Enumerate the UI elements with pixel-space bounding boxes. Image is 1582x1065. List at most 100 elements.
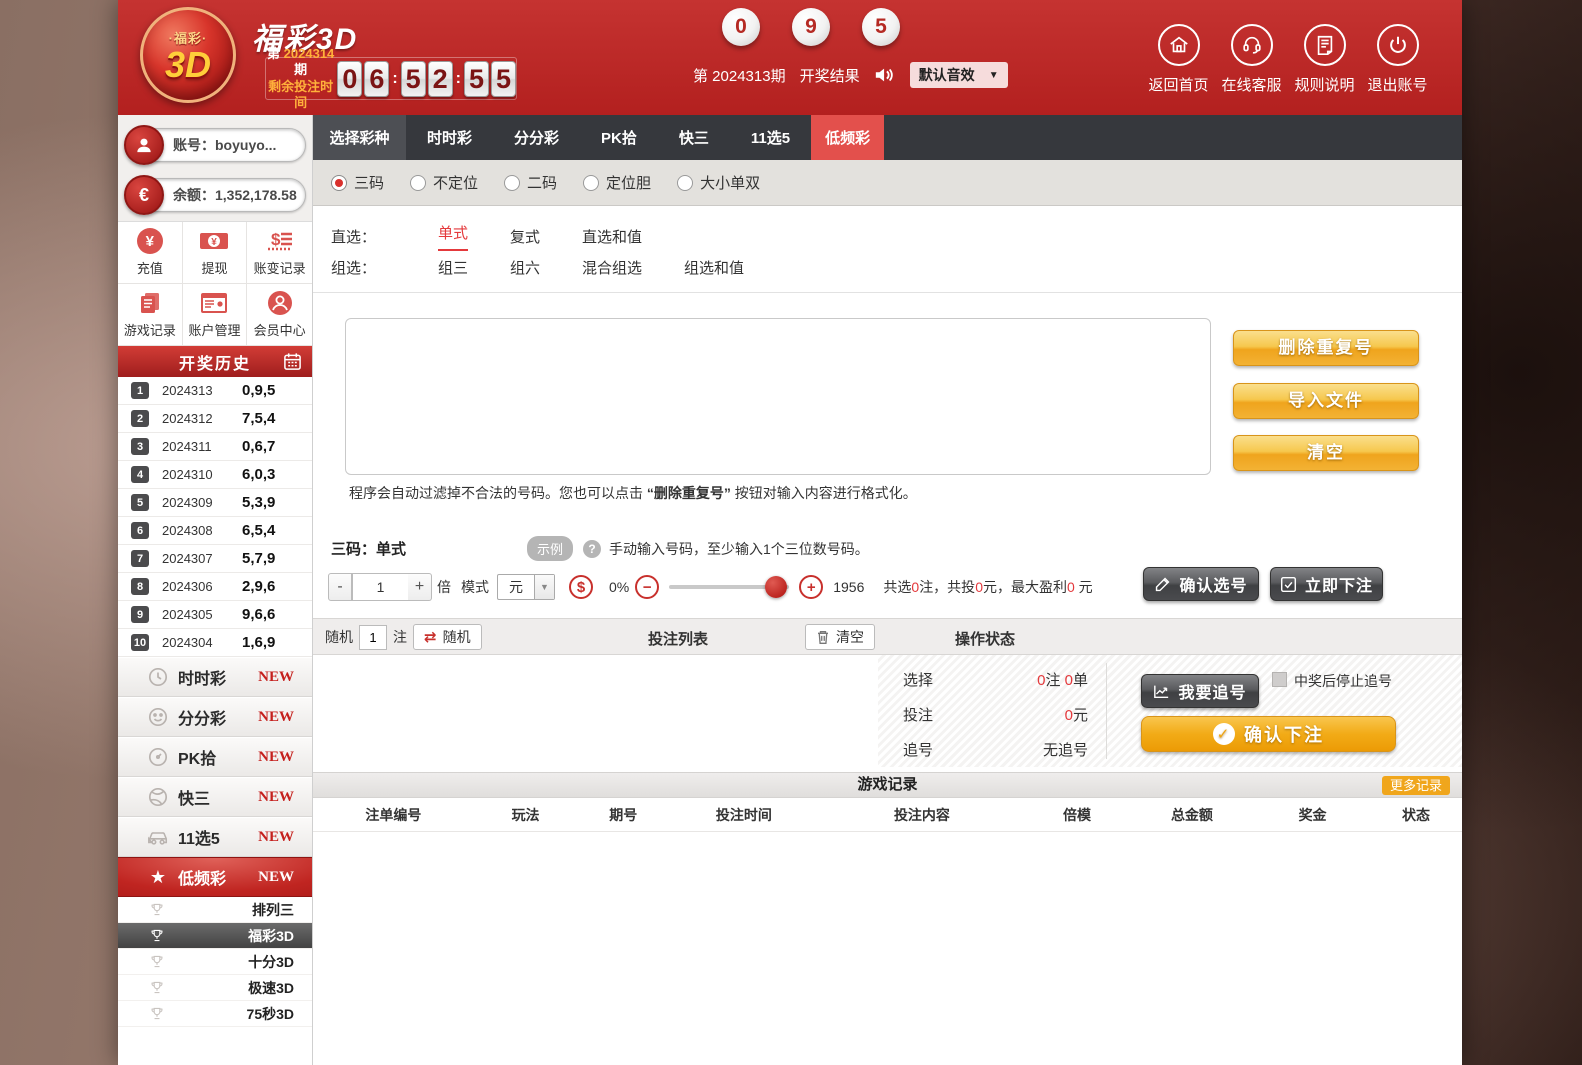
tab-shishicai[interactable]: 时时彩 [406,115,493,160]
remove-duplicates-button[interactable]: 删除重复号 [1233,330,1419,366]
recharge-button[interactable]: ¥ 充值 [118,222,183,284]
sidebar-item-dipincai[interactable]: ★ 低频彩 NEW [118,857,312,897]
tab-kuaisan[interactable]: 快三 [658,115,730,160]
rank-badge: 8 [131,578,149,595]
game-tabs: 选择彩种 时时彩 分分彩 PK拾 快三 11选5 低频彩 [313,115,1462,160]
radio-dingweidan[interactable]: 定位胆 [583,172,651,193]
rebate-plus-button[interactable]: + [799,575,823,599]
sidebar-subitem-label: 极速3D [248,978,294,998]
countdown-digit: 5 [464,61,489,97]
more-records-button[interactable]: 更多记录 [1382,776,1450,795]
example-button[interactable]: 示例 [527,536,573,561]
nav-service-button[interactable]: 在线客服 [1215,24,1288,95]
chase-number-button[interactable]: 我要追号 [1141,674,1259,708]
trophy-icon [148,981,166,995]
history-numbers: 5,7,9 [242,550,275,567]
confirm-bet-button[interactable]: ✓ 确认下注 [1141,716,1396,752]
import-file-button[interactable]: 导入文件 [1233,383,1419,419]
mode-zhixuanhezhi[interactable]: 直选和值 [582,226,642,247]
sidebar-subitem-pailie3[interactable]: 排列三 [118,897,312,923]
balance-pill[interactable]: € 余额：1,352,178.58 [126,178,306,212]
history-header: 开奖历史 [118,346,312,377]
account-zone: 账号：boyuyo... € 余额：1,352,178.58 [118,115,312,222]
radio-erma[interactable]: 二码 [504,172,557,193]
multiplier-plus-button[interactable]: + [408,573,432,601]
help-text: 手动输入号码，至少输入1个三位数号码。 [609,539,869,559]
nav-home-button[interactable]: 返回首页 [1142,24,1215,95]
radio-budingwei[interactable]: 不定位 [410,172,478,193]
sidebar-item-11xuan5[interactable]: 11选5 NEW [118,817,312,857]
lottery-menu: 时时彩 NEW 分分彩 NEW PK拾 NEW [118,657,312,1027]
mode-zusan[interactable]: 组三 [438,257,468,278]
history-row: 120243130,9,5 [118,377,312,405]
history-row: 220243127,5,4 [118,405,312,433]
sidebar-subitem-jisu3d[interactable]: 极速3D [118,975,312,1001]
sidebar-subitem-shifen3d[interactable]: 十分3D [118,949,312,975]
multiplier-minus-button[interactable]: - [328,573,352,601]
rebate-minus-button[interactable]: − [635,575,659,599]
quick-actions: ¥ 充值 ¥ 提现 $ 账变记录 [118,222,312,346]
dollar-toggle-button[interactable]: $ [569,575,593,599]
help-icon[interactable]: ? [583,540,601,558]
quick-label: 会员中心 [254,320,306,339]
bet-now-button[interactable]: 立即下注 [1270,567,1383,601]
tab-11xuan5[interactable]: 11选5 [730,115,811,160]
account-pill[interactable]: 账号：boyuyo... [126,128,306,162]
random-count-input[interactable] [359,625,387,650]
numbers-input-textarea[interactable] [345,318,1211,475]
multiplier-input[interactable] [352,573,408,601]
mode-zuliu[interactable]: 组六 [510,257,540,278]
sidebar-item-shishicai[interactable]: 时时彩 NEW [118,657,312,697]
nav-logout-button[interactable]: 退出账号 [1361,24,1434,95]
result-ball: 9 [792,8,830,46]
tab-dipincai[interactable]: 低频彩 [811,115,884,160]
clear-list-button[interactable]: 清空 [805,624,875,650]
slider-knob[interactable] [765,576,787,598]
mode-hunhezuxuan[interactable]: 混合组选 [582,257,642,278]
sidebar-item-fenfencai[interactable]: 分分彩 NEW [118,697,312,737]
random-button[interactable]: ⇄ 随机 [413,624,482,650]
game-record-button[interactable]: 游戏记录 [118,284,183,346]
tab-select-lottery[interactable]: 选择彩种 [313,115,406,160]
money-mode-select[interactable]: 元 ▼ [497,574,555,600]
tab-fenfencai[interactable]: 分分彩 [493,115,580,160]
account-change-log-button[interactable]: $ 账变记录 [247,222,312,284]
radio-label: 定位胆 [606,172,651,193]
stop-chase-checkbox[interactable] [1272,672,1287,687]
rank-badge: 10 [131,634,149,651]
trash-icon [816,630,830,645]
rank-badge: 5 [131,494,149,511]
tab-pk10[interactable]: PK拾 [580,115,658,160]
mode-danshi[interactable]: 单式 [438,222,468,251]
pencil-icon [1154,576,1171,593]
confirm-pick-button[interactable]: 确认选号 [1143,567,1259,601]
sidebar-subitem-label: 十分3D [248,952,294,972]
history-row: 720243075,7,9 [118,545,312,573]
nav-rules-button[interactable]: 规则说明 [1288,24,1361,95]
mode-fushi[interactable]: 复式 [510,226,540,247]
clear-textarea-button[interactable]: 清空 [1233,435,1419,471]
rebate-slider[interactable] [669,585,789,589]
zhixuan-mode-row: 直选： 单式 复式 直选和值 [331,222,684,251]
mode-zuxuanhezhi[interactable]: 组选和值 [684,257,744,278]
sidebar-item-pk10[interactable]: PK拾 NEW [118,737,312,777]
history-period: 2024306 [162,579,232,594]
sidebar-subitem-fucai3d[interactable]: 福彩3D [118,923,312,949]
sidebar-item-kuaisan[interactable]: 快三 NEW [118,777,312,817]
history-row: 420243106,0,3 [118,461,312,489]
radio-sanma[interactable]: 三码 [331,172,384,193]
withdraw-button[interactable]: ¥ 提现 [183,222,248,284]
current-draw-number: 2024314 [284,46,335,61]
member-center-button[interactable]: 会员中心 [247,284,312,346]
sound-effect-dropdown[interactable]: 默认音效 ▼ [910,62,1008,88]
radio-daxiaodanshuang[interactable]: 大小单双 [677,172,760,193]
smiley-icon [146,707,170,727]
history-period: 2024310 [162,467,232,482]
account-manage-button[interactable]: 账户管理 [183,284,248,346]
chevron-down-icon: ▼ [534,575,554,599]
random-label: 随机 [325,627,353,647]
divider [313,292,1462,293]
speaker-icon[interactable] [874,65,896,85]
sidebar-subitem-75miao3d[interactable]: 75秒3D [118,1001,312,1027]
entry-row: 三码：单式 示例 ? 手动输入号码，至少输入1个三位数号码。 [331,536,869,561]
